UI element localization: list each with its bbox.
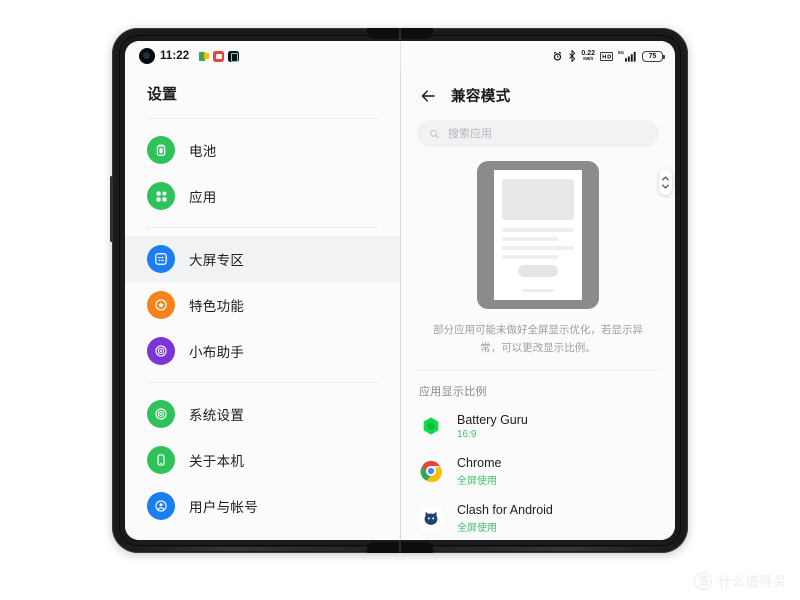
sidebar-title: 设置 [147,86,178,103]
detail-scroll-area: 部分应用可能未做好全屏显示优化，若显示异常，可以更改显示比例。 应用显示比例 B… [401,149,675,540]
app-list-item[interactable]: Clash for Android 全屏使用 [401,495,675,540]
hd-icon [599,51,613,61]
user-account-icon [147,492,175,520]
app-display-mode: 16:9 [457,428,477,440]
illustration-wrap [401,149,675,319]
status-bar: 11:22 0.22 KB/S 5G 75 [125,41,675,71]
watermark: 值 什么值得买 [694,571,786,590]
back-arrow-icon[interactable] [419,87,437,105]
search-area [401,114,675,149]
notification-icons [198,50,240,62]
app-display-mode: 全屏使用 [457,522,497,534]
signal-icon: 5G [617,50,637,62]
battery-icon [147,136,175,164]
about-phone-icon [147,446,175,474]
sidebar-item-system-settings[interactable]: 系统设置 [125,391,400,437]
sidebar-group-1: 电池 应用 [125,123,400,223]
app-meta: Battery Guru 16:9 [457,413,528,440]
alarm-icon [554,51,562,61]
compat-mode-panel: 兼容模式 搜索应用 部分应用可能未做好全屏显示优化，若显示异常，可以更改显示比例… [400,71,675,540]
app-name: Clash for Android [457,502,553,517]
sidebar-item-label: 小布助手 [189,345,245,360]
star-feature-icon [147,291,175,319]
hinge-seam-bottom [399,540,401,553]
app-name: Chrome [457,455,502,470]
apps-grid-icon [147,182,175,210]
chevron-up-icon [662,176,669,180]
sidebar-item-large-screen[interactable]: 大屏专区 [125,236,400,282]
slides-icon [198,50,210,62]
sidebar-item-label: 特色功能 [189,299,245,314]
app-ratio-section-title: 应用显示比例 [419,385,487,398]
app-display-mode: 全屏使用 [457,475,497,487]
sidebar-group-3: 系统设置 关于本机 用户与帐号 [125,387,400,533]
volume-button[interactable] [110,176,113,242]
illustration-button-block [517,264,559,278]
battery-percent-label: 75 [648,52,657,60]
sidebar-item-users-accounts[interactable]: 用户与帐号 [125,483,400,529]
sidebar-item-label: 用户与帐号 [189,500,258,515]
app-list-item[interactable]: Battery Guru 16:9 [401,405,675,448]
watermark-logo: 值 [694,571,713,590]
sidebar-item-special-features[interactable]: 特色功能 [125,282,400,328]
status-bar-left: 11:22 [139,48,240,64]
screenshot-root: 11:22 0.22 KB/S 5G 75 设置 电池 应用 大屏专区 特色功能… [0,0,800,600]
foldable-phone-device: 11:22 0.22 KB/S 5G 75 设置 电池 应用 大屏专区 特色功能… [110,28,688,553]
app-meta: Chrome 全屏使用 [457,456,501,487]
page-title: 兼容模式 [451,89,511,105]
illustration-screen [494,170,582,300]
compat-mode-illustration [477,161,599,309]
network-speed-unit: KB/S [583,56,594,62]
sidebar-item-label: 系统设置 [189,408,245,423]
sidebar-item-apps[interactable]: 应用 [125,173,400,219]
app-list-item[interactable]: Chrome 全屏使用 [401,448,675,495]
screen-body: 设置 电池 应用 大屏专区 特色功能 小布助手 系统设置 关于本机 用户与帐号 … [125,71,675,540]
sidebar-group-2: 大屏专区 特色功能 小布助手 [125,232,400,378]
chrome-icon [419,459,443,483]
search-box[interactable] [417,120,659,147]
sidebar-item-battery[interactable]: 电池 [125,127,400,173]
sidebar-item-about-phone[interactable]: 关于本机 [125,437,400,483]
network-speed-indicator: 0.22 KB/S [581,50,595,62]
watermark-text: 什么值得买 [718,574,786,589]
search-input[interactable] [447,127,647,140]
sidebar-item-assistant[interactable]: 小布助手 [125,328,400,374]
settings-sidebar: 设置 电池 应用 大屏专区 特色功能 小布助手 系统设置 关于本机 用户与帐号 [125,71,400,540]
sidebar-item-label: 电池 [189,144,217,159]
status-bar-right: 0.22 KB/S 5G 75 [552,50,665,62]
illustration-text-lines [502,227,574,259]
sidebar-item-label: 大屏专区 [189,253,245,268]
front-camera-punch-hole [139,48,155,64]
battery-indicator: 75 [642,50,665,62]
device-screen: 11:22 0.22 KB/S 5G 75 设置 电池 应用 大屏专区 特色功能… [125,41,675,540]
scroll-indicator[interactable] [659,169,672,195]
red-app-icon [213,50,225,62]
sidebar-item-label: 关于本机 [189,454,245,469]
large-screen-icon [147,245,175,273]
battery-guru-icon [419,414,443,438]
illustration-hero-block [502,179,574,220]
signal-network-label: 5G [617,50,624,55]
detail-header: 兼容模式 [401,71,675,114]
clash-cat-icon [419,506,443,531]
sidebar-divider-1 [147,227,378,228]
illustration-footer-line [522,289,554,292]
hinge-seam-top [399,28,401,40]
bluetooth-icon [569,50,576,62]
compat-mode-description: 部分应用可能未做好全屏显示优化，若显示异常，可以更改显示比例。 [433,324,643,355]
assistant-icon [147,337,175,365]
tiktok-icon [228,50,240,62]
sidebar-nav-list: 电池 应用 大屏专区 特色功能 小布助手 系统设置 关于本机 用户与帐号 [125,123,400,540]
system-settings-icon [147,400,175,428]
search-icon [430,129,439,138]
sidebar-divider-2 [147,382,378,383]
chevron-down-icon [662,184,669,188]
status-bar-clock: 11:22 [160,50,190,62]
sidebar-item-label: 应用 [189,190,217,205]
app-name: Battery Guru [457,412,528,427]
app-meta: Clash for Android 全屏使用 [457,503,553,534]
sidebar-divider-top [147,118,378,119]
